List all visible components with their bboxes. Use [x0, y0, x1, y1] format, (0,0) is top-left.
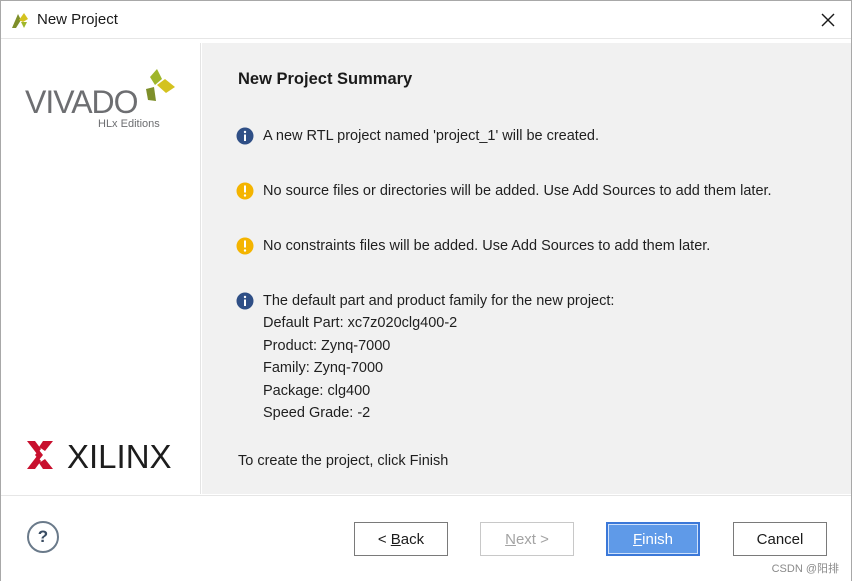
xilinx-wordmark: XILINX [67, 438, 172, 475]
close-icon [821, 13, 835, 27]
next-label: ext > [515, 530, 549, 548]
part-info-intro: The default part and product family for … [263, 293, 615, 309]
message-text: No source files or directories will be a… [263, 183, 772, 199]
back-prefix: < [377, 530, 391, 548]
title-bar: New Project [1, 1, 851, 39]
warning-icon [236, 237, 254, 255]
help-icon: ? [37, 527, 49, 546]
product: Product: Zynq-7000 [263, 337, 391, 354]
page-title: New Project Summary [238, 70, 413, 88]
close-button[interactable] [813, 5, 843, 35]
back-button[interactable]: < Back [354, 522, 448, 556]
message-no-sources: No source files or directories will be a… [236, 182, 772, 202]
message-no-constraints: No constraints files will be added. Use … [236, 237, 710, 257]
vivado-wordmark: VIVADO [25, 84, 138, 120]
next-mnemonic: N [505, 530, 516, 548]
branding-panel: VIVADO HLx Editions XILINX [1, 43, 201, 494]
vivado-logo: VIVADO HLx Editions [25, 69, 175, 130]
speed-grade: Speed Grade: -2 [263, 405, 371, 422]
warning-icon [236, 182, 254, 200]
window-title: New Project [37, 11, 118, 28]
info-icon [236, 292, 254, 310]
new-project-dialog: New Project VIVADO HLx Editions XILINX N… [0, 0, 852, 581]
message-text: A new RTL project named 'project_1' will… [263, 128, 599, 144]
help-button[interactable]: ? [27, 521, 59, 553]
info-icon [236, 127, 254, 145]
finish-button[interactable]: Finish [606, 522, 700, 556]
finish-instruction: To create the project, click Finish [238, 453, 449, 469]
package: Package: clg400 [263, 382, 371, 399]
message-rtl-project: A new RTL project named 'project_1' will… [236, 127, 599, 147]
part-info-lines: The default part and product family for … [263, 290, 614, 424]
xilinx-logo: XILINX [27, 438, 172, 475]
summary-panel: New Project Summary A new RTL project na… [202, 43, 851, 494]
default-part: Default Part: xc7z020clg400-2 [263, 315, 458, 332]
message-text: No constraints files will be added. Use … [263, 238, 711, 254]
finish-mnemonic: F [632, 530, 643, 548]
cancel-button[interactable]: Cancel [733, 522, 827, 556]
back-mnemonic: B [390, 530, 401, 548]
edition-wordmark: HLx Editions [98, 118, 160, 130]
button-bar: ? < Back Next > Finish Cancel CSDN @阳排 [1, 495, 851, 581]
watermark: CSDN @阳排 [771, 563, 839, 575]
cancel-label: Cancel [756, 530, 804, 548]
vivado-app-icon [12, 13, 28, 28]
next-button[interactable]: Next > [480, 522, 574, 556]
finish-label: inish [642, 530, 674, 548]
message-part-info: The default part and product family for … [236, 292, 614, 424]
family: Family: Zynq-7000 [263, 360, 384, 377]
back-label: ack [400, 530, 425, 548]
